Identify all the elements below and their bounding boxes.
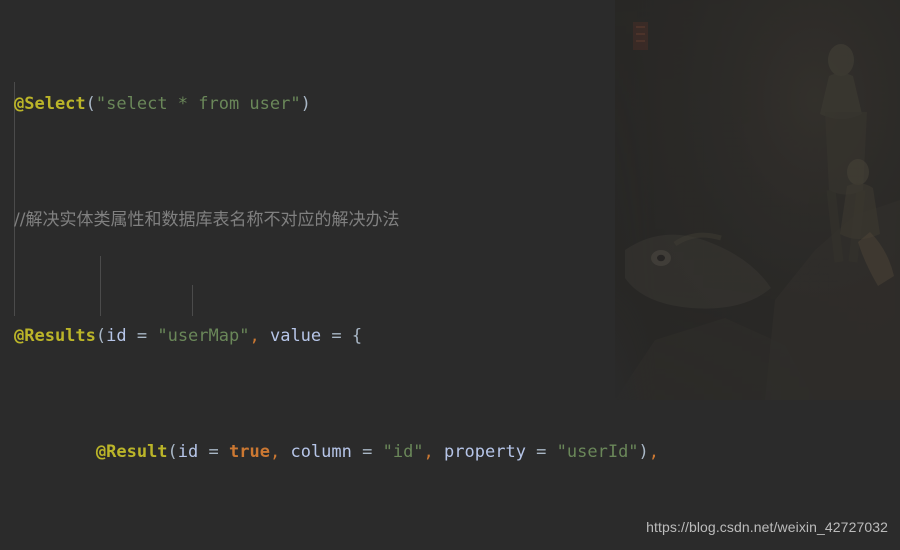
equals: = bbox=[525, 442, 557, 462]
code-line[interactable]: //解决实体类属性和数据库表名称不对应的解决办法 bbox=[14, 206, 900, 235]
string-column: "id" bbox=[382, 442, 424, 462]
close-paren: ) bbox=[300, 94, 311, 114]
comma: , bbox=[249, 326, 260, 346]
comma: , bbox=[648, 442, 660, 462]
annotation-result: @Result bbox=[95, 442, 168, 462]
attr-column: column bbox=[290, 442, 352, 462]
equals: = bbox=[198, 442, 229, 462]
open-paren: ( bbox=[167, 442, 178, 462]
close-paren: ) bbox=[638, 442, 649, 462]
equals: = bbox=[126, 326, 158, 346]
attr-value: value bbox=[269, 326, 322, 346]
string-usermap: "userMap" bbox=[157, 326, 250, 346]
code-line[interactable]: @Result(id = true, column = "id", proper… bbox=[14, 438, 900, 467]
attr-property: property bbox=[444, 442, 526, 462]
comment-text: //解决实体类属性和数据库表名称不对应的解决办法 bbox=[14, 210, 400, 230]
literal-true: true bbox=[229, 442, 270, 462]
open-paren: ( bbox=[85, 94, 96, 114]
attr-id: id bbox=[177, 442, 199, 462]
sql-string: "select * from user" bbox=[95, 94, 301, 114]
comma: , bbox=[423, 442, 434, 462]
annotation-select: @Select bbox=[14, 94, 86, 114]
code-line[interactable]: @Select("select * from user") bbox=[14, 90, 900, 119]
code-line[interactable]: @Results(id = "userMap", value = { bbox=[14, 322, 900, 351]
code-block[interactable]: @Select("select * from user") //解决实体类属性和… bbox=[0, 0, 900, 550]
attr-id: id bbox=[106, 326, 127, 346]
equals: = bbox=[351, 442, 383, 462]
open-brace: { bbox=[351, 326, 363, 346]
code-editor-canvas[interactable]: @Select("select * from user") //解决实体类属性和… bbox=[0, 0, 900, 550]
string-property: "userId" bbox=[556, 442, 639, 462]
open-paren: ( bbox=[95, 326, 107, 346]
equals: = bbox=[321, 326, 352, 346]
annotation-results: @Results bbox=[14, 326, 96, 346]
comma: , bbox=[269, 442, 281, 462]
